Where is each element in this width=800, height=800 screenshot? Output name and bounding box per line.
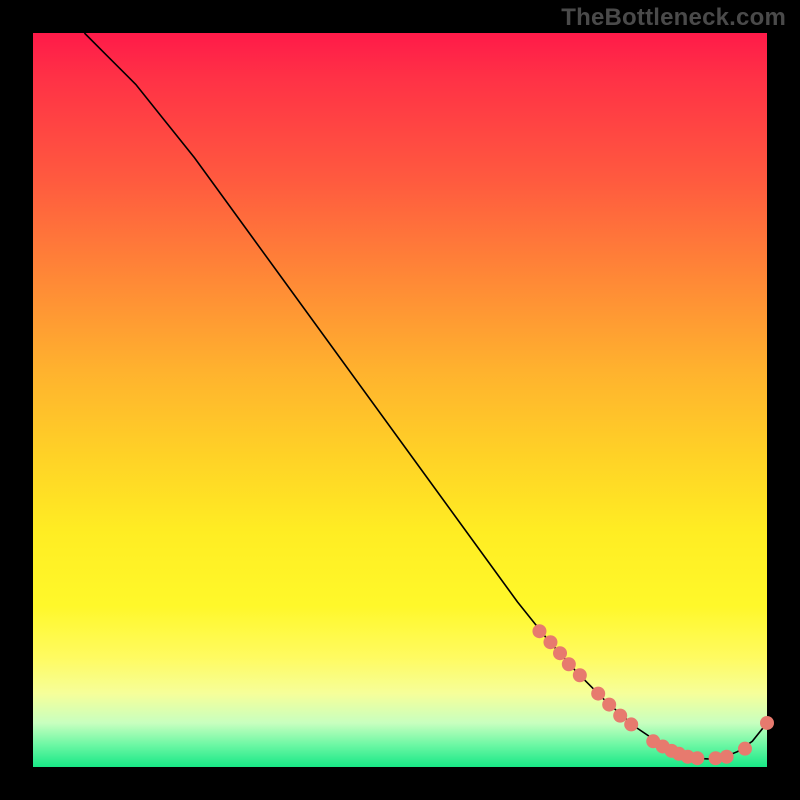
- chart-frame: TheBottleneck.com: [0, 0, 800, 800]
- curve-marker: [624, 717, 638, 731]
- curve-marker: [613, 709, 627, 723]
- curve-marker: [602, 698, 616, 712]
- curve-marker: [720, 750, 734, 764]
- curve-marker: [532, 624, 546, 638]
- chart-plot-area: [33, 33, 767, 767]
- chart-svg: [33, 33, 767, 767]
- watermark-text: TheBottleneck.com: [561, 4, 786, 32]
- marker-group: [532, 624, 774, 765]
- curve-marker: [543, 635, 557, 649]
- curve-marker: [591, 687, 605, 701]
- curve-marker: [738, 742, 752, 756]
- curve-marker: [573, 668, 587, 682]
- bottleneck-curve: [84, 33, 767, 759]
- curve-marker: [760, 716, 774, 730]
- curve-marker: [690, 751, 704, 765]
- curve-marker: [553, 646, 567, 660]
- curve-marker: [562, 657, 576, 671]
